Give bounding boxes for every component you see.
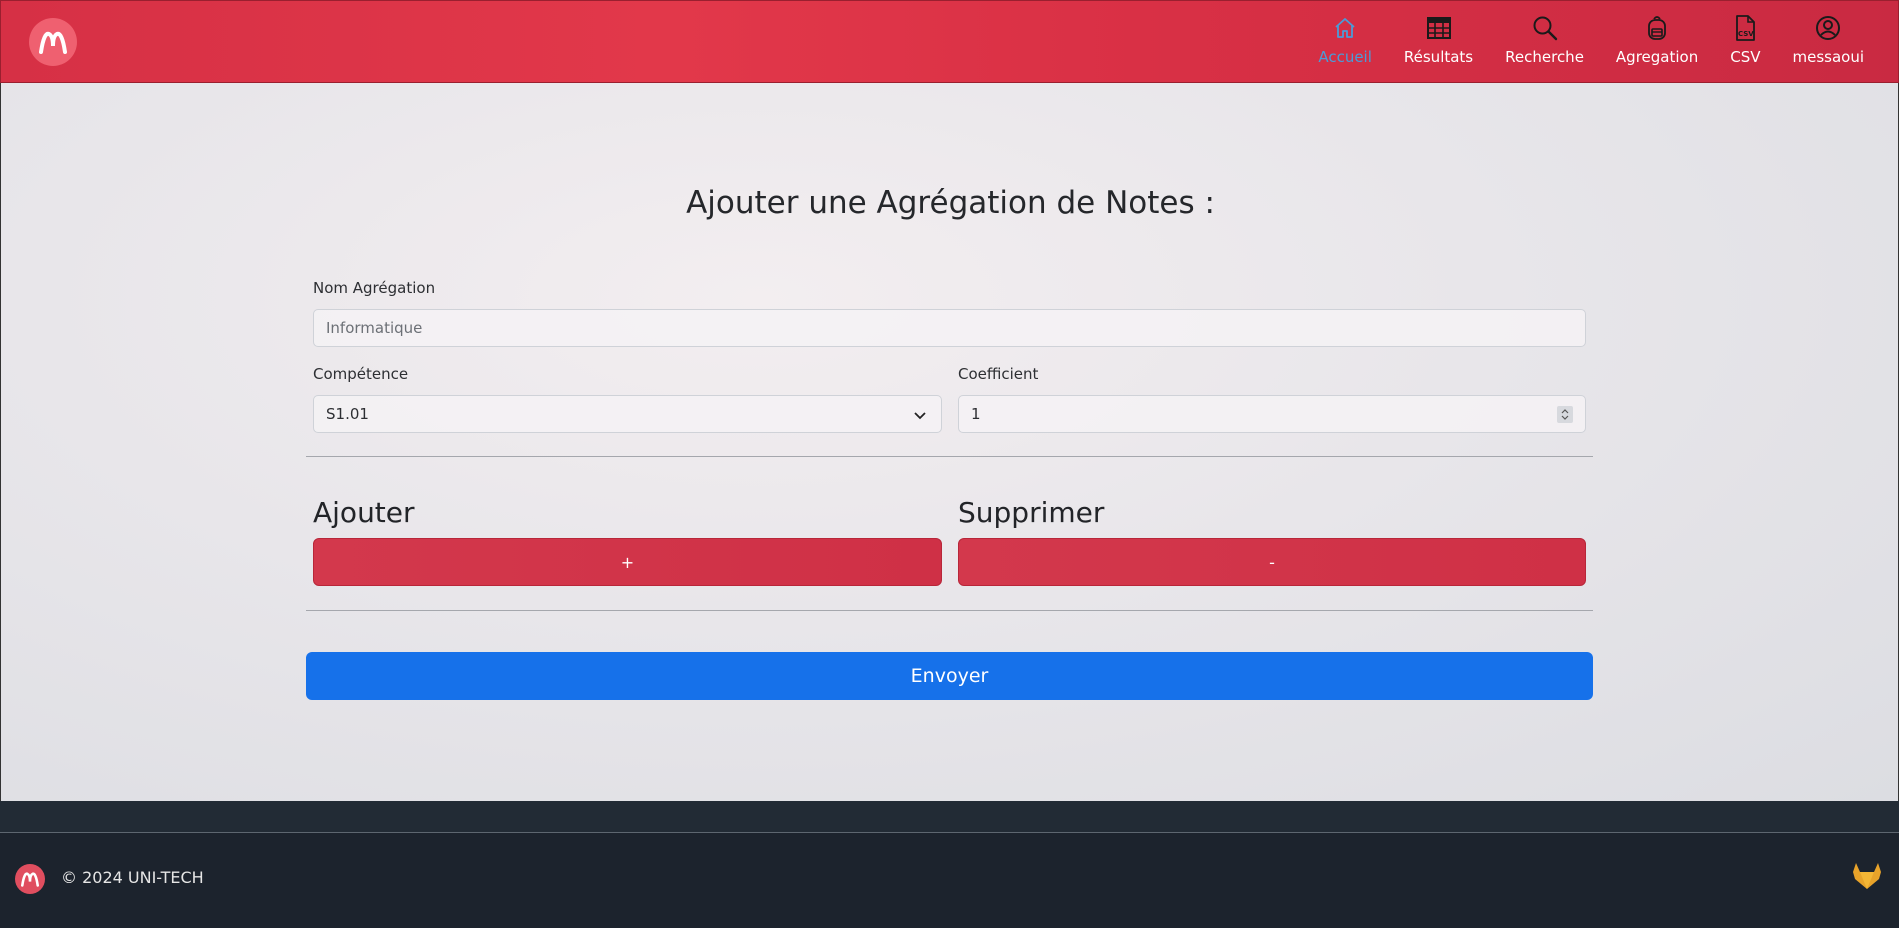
nav-item-user[interactable]: messaoui xyxy=(1792,1,1864,84)
divider xyxy=(306,610,1593,611)
user-icon xyxy=(1814,14,1842,42)
chevron-down-icon xyxy=(913,408,927,426)
backpack-icon xyxy=(1643,14,1671,42)
main-content: Ajouter une Agrégation de Notes : Nom Ag… xyxy=(0,83,1899,801)
nav-item-recherche[interactable]: Recherche xyxy=(1505,1,1584,84)
nom-agregation-input[interactable]: Informatique xyxy=(313,309,1586,347)
app-logo[interactable] xyxy=(29,18,77,66)
copyright-text: © 2024 UNI-TECH xyxy=(61,868,204,887)
search-icon xyxy=(1531,14,1559,42)
footer-logo[interactable] xyxy=(15,864,45,894)
nav-label-accueil: Accueil xyxy=(1318,48,1372,66)
number-spinner-icon[interactable] xyxy=(1557,406,1573,423)
nav-menu: Accueil Résultats Recherche Agregation C… xyxy=(1286,1,1864,84)
nav-label-recherche: Recherche xyxy=(1505,48,1584,66)
footer: © 2024 UNI-TECH xyxy=(0,833,1899,928)
footer-band xyxy=(0,801,1899,832)
nav-label-csv: CSV xyxy=(1730,48,1761,66)
top-navbar: Accueil Résultats Recherche Agregation C… xyxy=(0,0,1899,83)
divider xyxy=(306,456,1593,457)
nav-item-resultats[interactable]: Résultats xyxy=(1404,1,1473,84)
submit-button[interactable]: Envoyer xyxy=(306,652,1593,700)
nav-item-csv[interactable]: CSV CSV xyxy=(1730,1,1760,84)
coefficient-label: Coefficient xyxy=(958,365,1039,383)
supprimer-title: Supprimer xyxy=(958,496,1105,529)
page-title: Ajouter une Agrégation de Notes : xyxy=(686,185,1215,221)
house-icon xyxy=(1331,14,1359,42)
remove-competence-button[interactable]: - xyxy=(958,538,1586,586)
nav-item-accueil[interactable]: Accueil xyxy=(1318,1,1372,84)
competence-select[interactable]: S1.01 xyxy=(313,395,942,433)
logo-mark-icon xyxy=(21,872,39,887)
nom-agregation-label: Nom Agrégation xyxy=(313,279,436,297)
table-icon xyxy=(1425,14,1453,42)
coefficient-input[interactable]: 1 xyxy=(958,395,1586,433)
csv-file-icon: CSV xyxy=(1731,14,1759,42)
add-competence-button[interactable]: + xyxy=(313,538,942,586)
gitlab-icon[interactable] xyxy=(1851,860,1883,892)
competence-value: S1.01 xyxy=(326,405,369,423)
competence-label: Compétence xyxy=(313,365,409,383)
nav-label-agregation: Agregation xyxy=(1615,48,1699,66)
nav-label-user: messaoui xyxy=(1792,48,1864,66)
coefficient-value: 1 xyxy=(971,405,981,423)
nav-label-resultats: Résultats xyxy=(1403,48,1474,66)
ajouter-title: Ajouter xyxy=(313,496,415,529)
nav-item-agregation[interactable]: Agregation xyxy=(1616,1,1698,84)
svg-text:CSV: CSV xyxy=(1738,30,1754,38)
logo-mark-icon xyxy=(39,31,67,54)
